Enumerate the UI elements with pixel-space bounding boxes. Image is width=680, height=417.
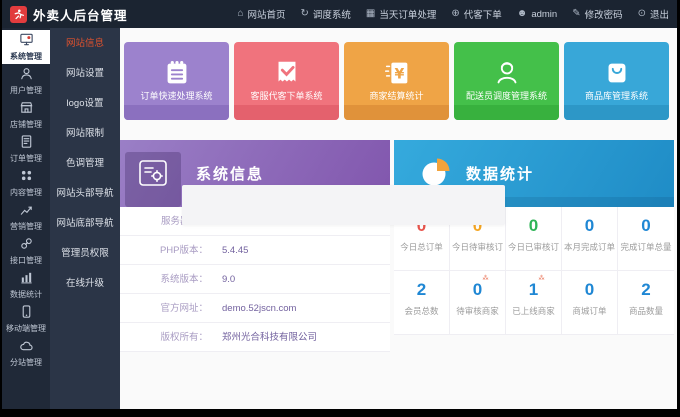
tile-label: 客服代客下单系统 bbox=[234, 89, 339, 103]
sidebar-item-users[interactable]: 用户管理 bbox=[2, 64, 50, 98]
shopping-bag-icon bbox=[564, 42, 669, 89]
system-info-table: 服务器IP： PHP版本：5.4.45 系统版本：9.0 官方网址：demo.5… bbox=[120, 207, 390, 352]
main-menu: 系统管理 用户管理 店铺管理 订单管理 内容管理 营销管理 接口管理 数据统计 bbox=[2, 28, 50, 409]
dispatch-icon: ↻ bbox=[301, 9, 309, 19]
tile-merchant-settlement[interactable]: ¥ 商家结算统计 bbox=[344, 42, 449, 120]
nav-proxy-order[interactable]: ⊕代客下单 bbox=[451, 7, 501, 21]
mobile-phone-icon bbox=[19, 304, 34, 321]
nav-site-home[interactable]: ⌂网站首页 bbox=[237, 7, 285, 21]
sidebar-item-statistics[interactable]: 数据统计 bbox=[2, 268, 50, 302]
svg-text:¥: ¥ bbox=[394, 67, 404, 83]
home-icon: ⌂ bbox=[237, 9, 243, 19]
nav-change-password[interactable]: ✎修改密码 bbox=[572, 7, 622, 21]
sidebar-item-orders[interactable]: 订单管理 bbox=[2, 132, 50, 166]
sidebar-item-api[interactable]: 接口管理 bbox=[2, 234, 50, 268]
admin-app: 外卖人后台管理 ⌂网站首页 ↻调度系统 ▦当天订单处理 ⊕代客下单 ☻admin… bbox=[2, 0, 677, 409]
submenu-item-site-info[interactable]: 网站信息 bbox=[50, 29, 120, 59]
stat-pending-merchants: ⁂0待审核商家 bbox=[450, 271, 506, 335]
sidebar-item-branches[interactable]: 分站管理 bbox=[2, 336, 50, 370]
tile-label: 商家结算统计 bbox=[344, 89, 449, 103]
submenu-item-theme[interactable]: 色调管理 bbox=[50, 149, 120, 179]
stat-month-completed: 0本月完成订单 bbox=[562, 207, 618, 271]
stat-total-completed: 0完成订单总量 bbox=[618, 207, 674, 271]
panel-title: 系统信息 bbox=[196, 163, 264, 184]
sidebar-item-content[interactable]: 内容管理 bbox=[2, 166, 50, 200]
sidebar-item-system[interactable]: 系统管理 bbox=[2, 30, 50, 64]
info-row-copyright: 版权所有：郑州光合科技有限公司 bbox=[120, 323, 390, 352]
nav-dispatch-system[interactable]: ↻调度系统 bbox=[301, 7, 351, 21]
system-info-panel: 系统信息 服务器IP： PHP版本：5.4.45 系统版本：9.0 官方网址：d… bbox=[120, 140, 390, 352]
submenu-item-site-limits[interactable]: 网站限制 bbox=[50, 119, 120, 149]
app-title: 外卖人后台管理 bbox=[33, 5, 128, 24]
receipt-check-icon bbox=[234, 42, 339, 89]
money-yuan-icon: ¥ bbox=[344, 42, 449, 89]
bar-chart-icon bbox=[19, 270, 34, 287]
submenu-item-header-nav[interactable]: 网站头部导航 bbox=[50, 179, 120, 209]
submenu-item-online-upgrade[interactable]: 在线升级 bbox=[50, 269, 120, 299]
submenu-item-admin-rights[interactable]: 管理员权限 bbox=[50, 239, 120, 269]
new-badge-icon: ⁂ bbox=[483, 275, 489, 282]
stat-online-merchants: ⁂1已上线商家 bbox=[506, 271, 562, 335]
trend-chart-icon bbox=[19, 202, 34, 219]
document-icon bbox=[19, 134, 34, 151]
logout-icon: ⊙ bbox=[638, 9, 646, 19]
tile-footer bbox=[344, 105, 449, 120]
submenu-item-logo-settings[interactable]: logo设置 bbox=[50, 89, 120, 119]
stat-today-reviewed: 0今日已审核订 bbox=[506, 207, 562, 271]
stat-total-members: 2会员总数 bbox=[394, 271, 450, 335]
sidebar-item-mobile[interactable]: 移动端管理 bbox=[2, 302, 50, 336]
tile-footer bbox=[234, 105, 339, 120]
info-row-php-version: PHP版本：5.4.45 bbox=[120, 236, 390, 265]
storefront-icon bbox=[19, 100, 34, 117]
tile-proxy-order-system[interactable]: 客服代客下单系统 bbox=[234, 42, 339, 120]
app-logo-icon bbox=[10, 6, 27, 23]
nav-admin-account[interactable]: ☻admin bbox=[517, 9, 557, 20]
tile-courier-dispatch[interactable]: 配送员调度管理系统 bbox=[454, 42, 559, 120]
user-icon: ☻ bbox=[517, 9, 528, 19]
tile-label: 配送员调度管理系统 bbox=[454, 89, 559, 103]
stat-total-products: 2商品数量 bbox=[618, 271, 674, 335]
tile-product-library[interactable]: 商品库管理系统 bbox=[564, 42, 669, 120]
nav-today-orders[interactable]: ▦当天订单处理 bbox=[366, 7, 436, 21]
sub-menu: 网站信息 网站设置 logo设置 网站限制 色调管理 网站头部导航 网站底部导航… bbox=[50, 28, 120, 409]
submenu-item-footer-nav[interactable]: 网站底部导航 bbox=[50, 209, 120, 239]
stats-grid: 0今日总订单 0今日待审核订 0今日已审核订 0本月完成订单 0完成订单总量 2… bbox=[394, 207, 674, 335]
top-nav: ⌂网站首页 ↻调度系统 ▦当天订单处理 ⊕代客下单 ☻admin ✎修改密码 ⊙… bbox=[237, 7, 669, 21]
proxy-order-icon: ⊕ bbox=[451, 9, 459, 19]
tile-footer bbox=[564, 105, 669, 120]
stat-mall-orders: 0商城订单 bbox=[562, 271, 618, 335]
person-icon bbox=[19, 66, 34, 83]
today-orders-icon: ▦ bbox=[366, 9, 375, 19]
brand: 外卖人后台管理 bbox=[10, 5, 128, 24]
monitor-gear-icon bbox=[19, 32, 34, 49]
edit-password-icon: ✎ bbox=[572, 9, 580, 19]
tile-footer bbox=[454, 105, 559, 120]
sidebar-item-marketing[interactable]: 营销管理 bbox=[2, 200, 50, 234]
sidebar-item-shops[interactable]: 店铺管理 bbox=[2, 98, 50, 132]
info-row-system-version: 系统版本：9.0 bbox=[120, 265, 390, 294]
system-info-icon bbox=[138, 159, 168, 192]
new-badge-icon: ⁂ bbox=[539, 275, 545, 282]
tile-label: 商品库管理系统 bbox=[564, 89, 669, 103]
courier-icon bbox=[454, 42, 559, 89]
cloud-icon bbox=[19, 338, 34, 355]
link-chain-icon bbox=[19, 236, 34, 253]
screenshot-frame: 外卖人后台管理 ⌂网站首页 ↻调度系统 ▦当天订单处理 ⊕代客下单 ☻admin… bbox=[0, 0, 680, 417]
nav-logout[interactable]: ⊙退出 bbox=[638, 7, 669, 21]
info-row-official-site: 官方网址：demo.52jscn.com bbox=[120, 294, 390, 323]
notepad-icon bbox=[124, 42, 229, 89]
tile-order-quick-processing[interactable]: 订单快速处理系统 bbox=[124, 42, 229, 120]
tile-label: 订单快速处理系统 bbox=[124, 89, 229, 103]
panel-title: 数据统计 bbox=[466, 163, 534, 184]
grid-dots-icon bbox=[19, 168, 34, 185]
tile-footer bbox=[124, 105, 229, 120]
submenu-item-site-settings[interactable]: 网站设置 bbox=[50, 59, 120, 89]
redaction-overlay bbox=[182, 185, 505, 225]
top-header: 外卖人后台管理 ⌂网站首页 ↻调度系统 ▦当天订单处理 ⊕代客下单 ☻admin… bbox=[2, 0, 677, 28]
data-stats-panel: 数据统计 0今日总订单 0今日待审核订 0今日已审核订 0本月完成订单 0完成订… bbox=[394, 140, 674, 335]
